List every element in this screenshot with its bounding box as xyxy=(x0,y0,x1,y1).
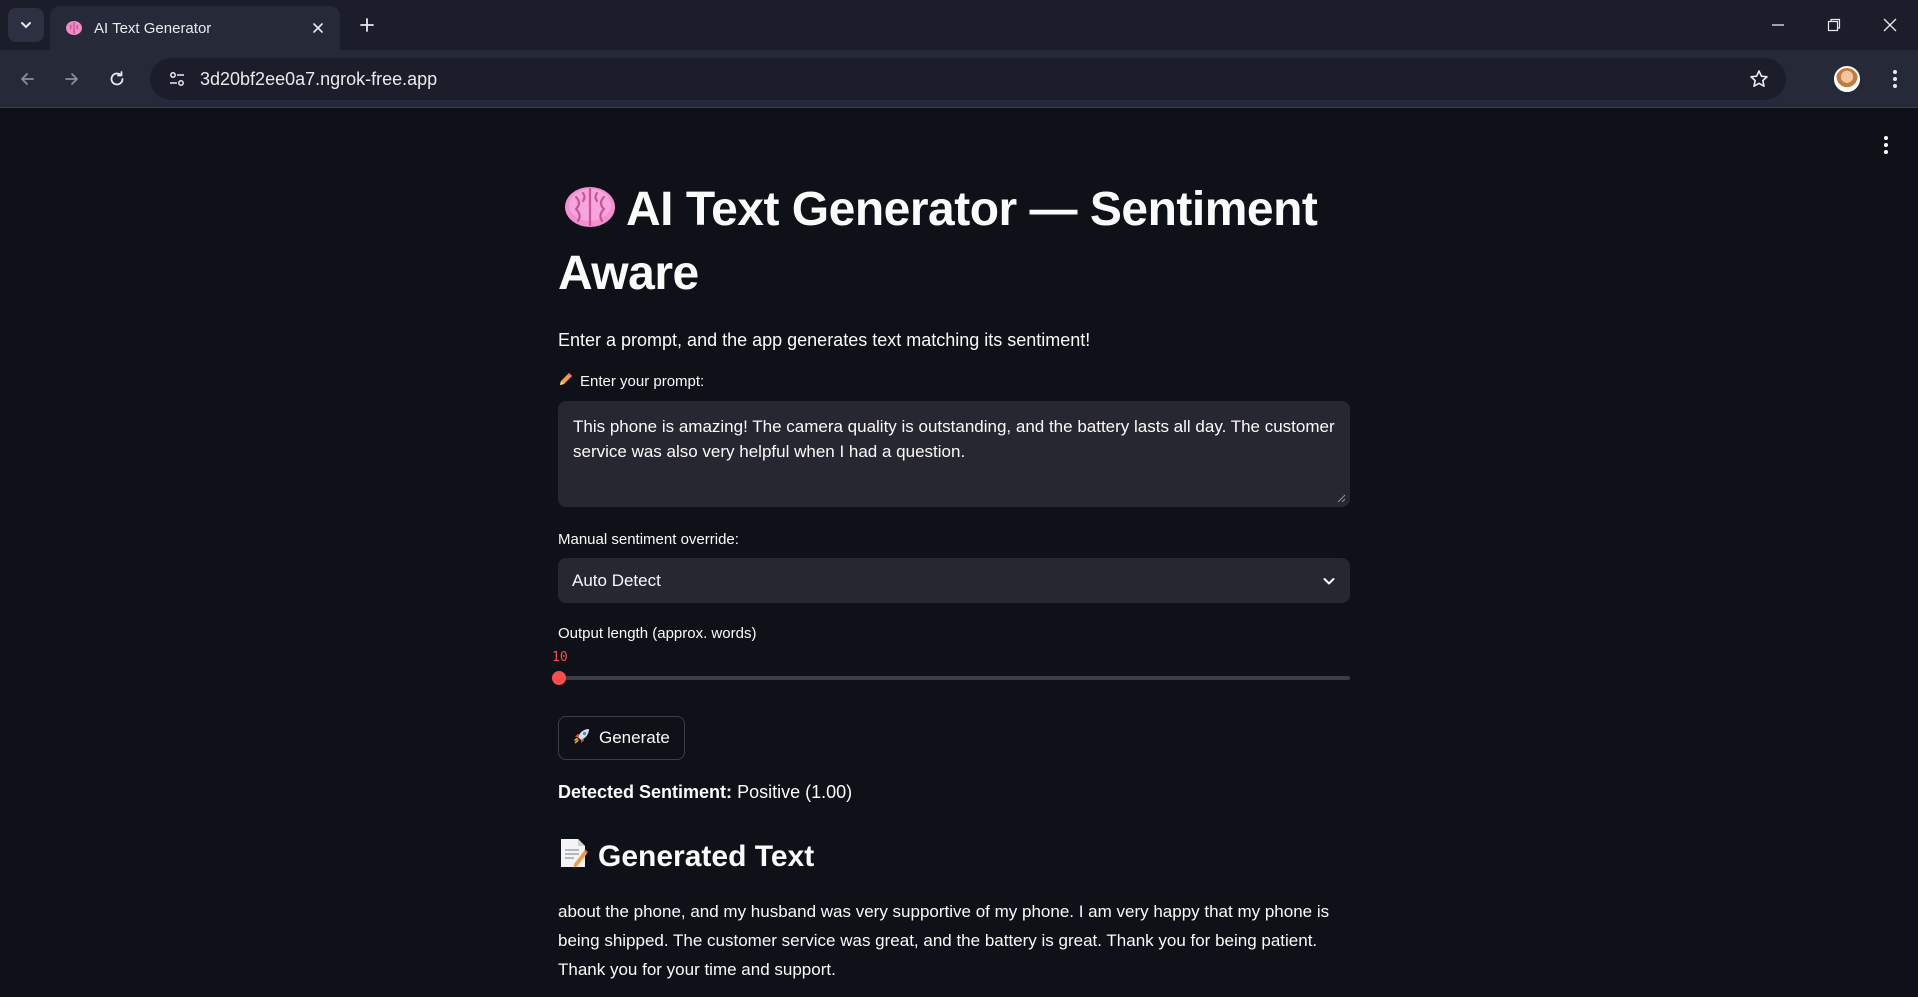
generated-text-heading-text: Generated Text xyxy=(598,840,815,873)
brain-favicon-icon xyxy=(64,18,84,38)
reload-button[interactable] xyxy=(100,62,134,96)
browser-menu-button[interactable] xyxy=(1880,62,1910,96)
profile-avatar[interactable] xyxy=(1834,66,1860,92)
arrow-right-icon xyxy=(65,73,78,85)
more-vertical-icon xyxy=(1893,70,1897,88)
browser-toolbar: 3d20bf2ee0a7.ngrok-free.app xyxy=(0,50,1918,108)
page-title: AI Text Generator — Sentiment Aware xyxy=(558,180,1350,304)
app-viewport: AI Text Generator — Sentiment Aware Ente… xyxy=(0,108,1918,997)
detected-sentiment-label: Detected Sentiment: xyxy=(558,782,733,802)
browser-tab-bar: AI Text Generator xyxy=(0,0,1918,50)
restore-button[interactable] xyxy=(1806,0,1862,50)
slider-track[interactable] xyxy=(558,676,1350,680)
plus-icon xyxy=(360,18,374,32)
browser-tab-active[interactable]: AI Text Generator xyxy=(50,6,340,50)
brain-icon xyxy=(564,183,616,244)
prompt-label: Enter your prompt: xyxy=(558,371,1350,391)
reload-icon xyxy=(110,71,124,86)
address-bar[interactable]: 3d20bf2ee0a7.ngrok-free.app xyxy=(150,58,1786,100)
resize-handle-icon[interactable] xyxy=(1336,493,1346,503)
detected-sentiment: Detected Sentiment: Positive (1.00) xyxy=(558,782,1350,803)
generate-button-label: Generate xyxy=(599,728,670,747)
slider-value: 10 xyxy=(552,650,568,665)
detected-sentiment-value: Positive (1.00) xyxy=(737,782,853,802)
url-text: 3d20bf2ee0a7.ngrok-free.app xyxy=(200,68,438,89)
rocket-icon xyxy=(573,727,591,750)
bookmark-star-icon[interactable] xyxy=(1742,62,1776,96)
sentiment-override-select[interactable]: Auto Detect xyxy=(558,558,1350,603)
main-content: AI Text Generator — Sentiment Aware Ente… xyxy=(552,180,1350,984)
page-title-text: AI Text Generator — Sentiment Aware xyxy=(558,183,1318,300)
output-length-label: Output length (approx. words) xyxy=(558,625,757,642)
new-tab-button[interactable] xyxy=(352,10,382,40)
prompt-label-text: Enter your prompt: xyxy=(580,372,705,390)
generated-text-heading: Generated Text xyxy=(558,837,1350,877)
restore-icon xyxy=(1827,18,1841,32)
page-description: Enter a prompt, and the app generates te… xyxy=(558,330,1091,350)
output-length-slider[interactable]: 10 xyxy=(552,650,1350,686)
prompt-value: This phone is amazing! The camera qualit… xyxy=(573,417,1335,461)
tab-search-button[interactable] xyxy=(8,8,44,42)
close-window-button[interactable] xyxy=(1862,0,1918,50)
pencil-icon xyxy=(558,371,574,391)
arrow-left-icon xyxy=(21,73,34,85)
minimize-icon xyxy=(1772,24,1784,26)
back-button[interactable] xyxy=(10,62,44,96)
tab-title: AI Text Generator xyxy=(94,19,212,37)
sentiment-override-label: Manual sentiment override: xyxy=(558,531,739,548)
generate-button[interactable]: Generate xyxy=(558,716,685,760)
chevron-down-icon xyxy=(1323,577,1335,584)
memo-icon xyxy=(558,837,588,877)
generated-text-output: about the phone, and my husband was very… xyxy=(558,902,1330,979)
close-icon xyxy=(1883,18,1897,32)
prompt-textarea[interactable]: This phone is amazing! The camera qualit… xyxy=(558,401,1350,507)
chevron-down-icon xyxy=(21,22,31,29)
sentiment-override-value: Auto Detect xyxy=(572,570,661,590)
slider-thumb[interactable] xyxy=(552,671,566,685)
site-info-icon[interactable] xyxy=(164,66,190,92)
app-main-menu-button[interactable] xyxy=(1876,130,1896,160)
close-tab-icon[interactable] xyxy=(308,18,328,38)
forward-button[interactable] xyxy=(55,62,89,96)
more-vertical-icon xyxy=(1884,136,1888,154)
minimize-button[interactable] xyxy=(1750,0,1806,50)
